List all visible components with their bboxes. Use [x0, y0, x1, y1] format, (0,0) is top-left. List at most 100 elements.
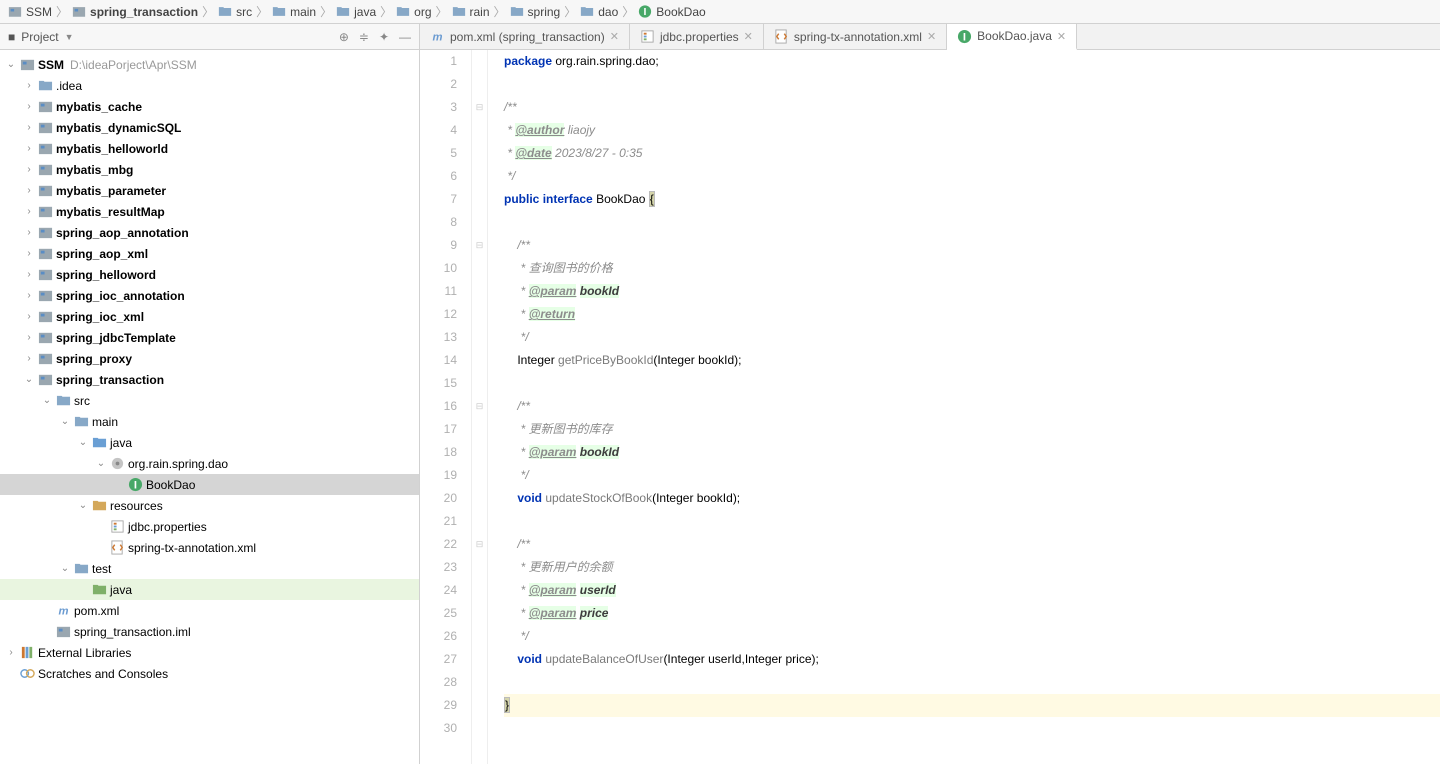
tree-item-jdbc-properties[interactable]: ›jdbc.properties: [0, 516, 419, 537]
expand-arrow-icon[interactable]: ›: [22, 353, 36, 364]
code-content[interactable]: package org.rain.spring.dao; /** * @autho…: [488, 50, 1440, 764]
tree-item-mybatis-parameter[interactable]: ›mybatis_parameter: [0, 180, 419, 201]
breadcrumb-item[interactable]: dao: [580, 5, 618, 19]
locate-icon[interactable]: ⊕: [339, 30, 349, 44]
tree-item-mybatis-cache[interactable]: ›mybatis_cache: [0, 96, 419, 117]
tree-item-mybatis-resultmap[interactable]: ›mybatis_resultMap: [0, 201, 419, 222]
code-line[interactable]: [504, 671, 1440, 694]
close-icon[interactable]: ✕: [1057, 30, 1066, 43]
breadcrumb-item[interactable]: rain: [452, 5, 490, 19]
tree-item-mybatis-mbg[interactable]: ›mybatis_mbg: [0, 159, 419, 180]
tab-spring-tx-annotation-xml[interactable]: spring-tx-annotation.xml✕: [764, 24, 947, 49]
tree-item-scratches-and-consoles[interactable]: ›Scratches and Consoles: [0, 663, 419, 684]
code-line[interactable]: * 更新图书的库存: [504, 418, 1440, 441]
expand-arrow-icon[interactable]: ›: [22, 227, 36, 238]
code-line[interactable]: Integer getPriceByBookId(Integer bookId)…: [504, 349, 1440, 372]
tree-item-mybatis-dynamicsql[interactable]: ›mybatis_dynamicSQL: [0, 117, 419, 138]
fold-handle[interactable]: ⊟: [472, 96, 487, 119]
breadcrumb-item[interactable]: BookDao: [638, 5, 705, 19]
code-line[interactable]: * @param bookId: [504, 280, 1440, 303]
code-line[interactable]: /**: [504, 533, 1440, 556]
tree-item-external-libraries[interactable]: ›External Libraries: [0, 642, 419, 663]
code-line[interactable]: * @date 2023/8/27 - 0:35: [504, 142, 1440, 165]
expand-arrow-icon[interactable]: ›: [4, 647, 18, 658]
tree-item-bookdao[interactable]: ›BookDao: [0, 474, 419, 495]
code-line[interactable]: [504, 372, 1440, 395]
expand-arrow-icon[interactable]: ⌄: [58, 416, 72, 427]
breadcrumb-item[interactable]: java: [336, 5, 376, 19]
expand-arrow-icon[interactable]: ›: [22, 290, 36, 301]
code-line[interactable]: /**: [504, 234, 1440, 257]
tree-item-spring-jdbctemplate[interactable]: ›spring_jdbcTemplate: [0, 327, 419, 348]
expand-arrow-icon[interactable]: ⌄: [4, 59, 18, 70]
tree-item-test[interactable]: ⌄test: [0, 558, 419, 579]
expand-arrow-icon[interactable]: ⌄: [76, 500, 90, 511]
code-line[interactable]: */: [504, 326, 1440, 349]
expand-arrow-icon[interactable]: ›: [22, 101, 36, 112]
code-line[interactable]: [504, 73, 1440, 96]
breadcrumb-item[interactable]: main: [272, 5, 316, 19]
tree-item-spring-ioc-annotation[interactable]: ›spring_ioc_annotation: [0, 285, 419, 306]
expand-arrow-icon[interactable]: ›: [22, 311, 36, 322]
breadcrumb-item[interactable]: spring: [510, 5, 561, 19]
fold-handle[interactable]: ⊟: [472, 395, 487, 418]
tree-item-mybatis-helloworld[interactable]: ›mybatis_helloworld: [0, 138, 419, 159]
code-line[interactable]: * @param userId: [504, 579, 1440, 602]
code-line[interactable]: * @return: [504, 303, 1440, 326]
code-line[interactable]: [504, 211, 1440, 234]
tree-item-pom-xml[interactable]: ›pom.xml: [0, 600, 419, 621]
expand-arrow-icon[interactable]: ›: [22, 269, 36, 280]
code-line[interactable]: * 更新用户的余额: [504, 556, 1440, 579]
tree-item-spring-helloword[interactable]: ›spring_helloword: [0, 264, 419, 285]
tree-item-spring-transaction[interactable]: ⌄spring_transaction: [0, 369, 419, 390]
breadcrumb-item[interactable]: SSM: [8, 5, 52, 19]
code-line[interactable]: */: [504, 165, 1440, 188]
close-icon[interactable]: ✕: [927, 30, 936, 43]
tree-root[interactable]: ⌄SSMD:\ideaPorject\Apr\SSM: [0, 54, 419, 75]
tree-item-org-rain-spring-dao[interactable]: ⌄org.rain.spring.dao: [0, 453, 419, 474]
breadcrumb-item[interactable]: org: [396, 5, 431, 19]
expand-arrow-icon[interactable]: ›: [22, 122, 36, 133]
tree-item-src[interactable]: ⌄src: [0, 390, 419, 411]
expand-arrow-icon[interactable]: ⌄: [40, 395, 54, 406]
code-line[interactable]: /**: [504, 96, 1440, 119]
tree-item-spring-aop-xml[interactable]: ›spring_aop_xml: [0, 243, 419, 264]
close-icon[interactable]: ✕: [610, 30, 619, 43]
code-area[interactable]: 1234567891011121314151617181920212223242…: [420, 50, 1440, 764]
code-line[interactable]: void updateBalanceOfUser(Integer userId,…: [504, 648, 1440, 671]
tree-item-java[interactable]: ›java: [0, 579, 419, 600]
code-line[interactable]: }: [504, 694, 1440, 717]
expand-arrow-icon[interactable]: ›: [22, 332, 36, 343]
expand-arrow-icon[interactable]: ⌄: [94, 458, 108, 469]
hide-icon[interactable]: —: [399, 30, 411, 44]
tree-item-spring-transaction-iml[interactable]: ›spring_transaction.iml: [0, 621, 419, 642]
code-line[interactable]: */: [504, 625, 1440, 648]
tree-item--idea[interactable]: ›.idea: [0, 75, 419, 96]
code-line[interactable]: package org.rain.spring.dao;: [504, 50, 1440, 73]
expand-arrow-icon[interactable]: ›: [22, 248, 36, 259]
breadcrumb-item[interactable]: spring_transaction: [72, 5, 198, 19]
code-line[interactable]: void updateStockOfBook(Integer bookId);: [504, 487, 1440, 510]
expand-arrow-icon[interactable]: ›: [22, 185, 36, 196]
expand-icon[interactable]: ≑: [359, 30, 369, 44]
expand-arrow-icon[interactable]: ›: [22, 80, 36, 91]
expand-arrow-icon[interactable]: ⌄: [22, 374, 36, 385]
code-line[interactable]: /**: [504, 395, 1440, 418]
expand-arrow-icon[interactable]: ⌄: [76, 437, 90, 448]
code-line[interactable]: [504, 510, 1440, 533]
tree-item-main[interactable]: ⌄main: [0, 411, 419, 432]
tree-item-spring-proxy[interactable]: ›spring_proxy: [0, 348, 419, 369]
tab-bookdao-java[interactable]: BookDao.java✕: [947, 24, 1077, 50]
code-line[interactable]: * @author liaojy: [504, 119, 1440, 142]
project-dropdown[interactable]: ■ Project ▼: [8, 30, 74, 44]
fold-handle[interactable]: ⊟: [472, 234, 487, 257]
code-line[interactable]: * 查询图书的价格: [504, 257, 1440, 280]
breadcrumb-item[interactable]: src: [218, 5, 252, 19]
tab-jdbc-properties[interactable]: jdbc.properties✕: [630, 24, 764, 49]
expand-arrow-icon[interactable]: ›: [22, 206, 36, 217]
code-line[interactable]: * @param price: [504, 602, 1440, 625]
tree-item-resources[interactable]: ⌄resources: [0, 495, 419, 516]
expand-arrow-icon[interactable]: ›: [22, 164, 36, 175]
tree-item-spring-ioc-xml[interactable]: ›spring_ioc_xml: [0, 306, 419, 327]
settings-icon[interactable]: ✦: [379, 30, 389, 44]
